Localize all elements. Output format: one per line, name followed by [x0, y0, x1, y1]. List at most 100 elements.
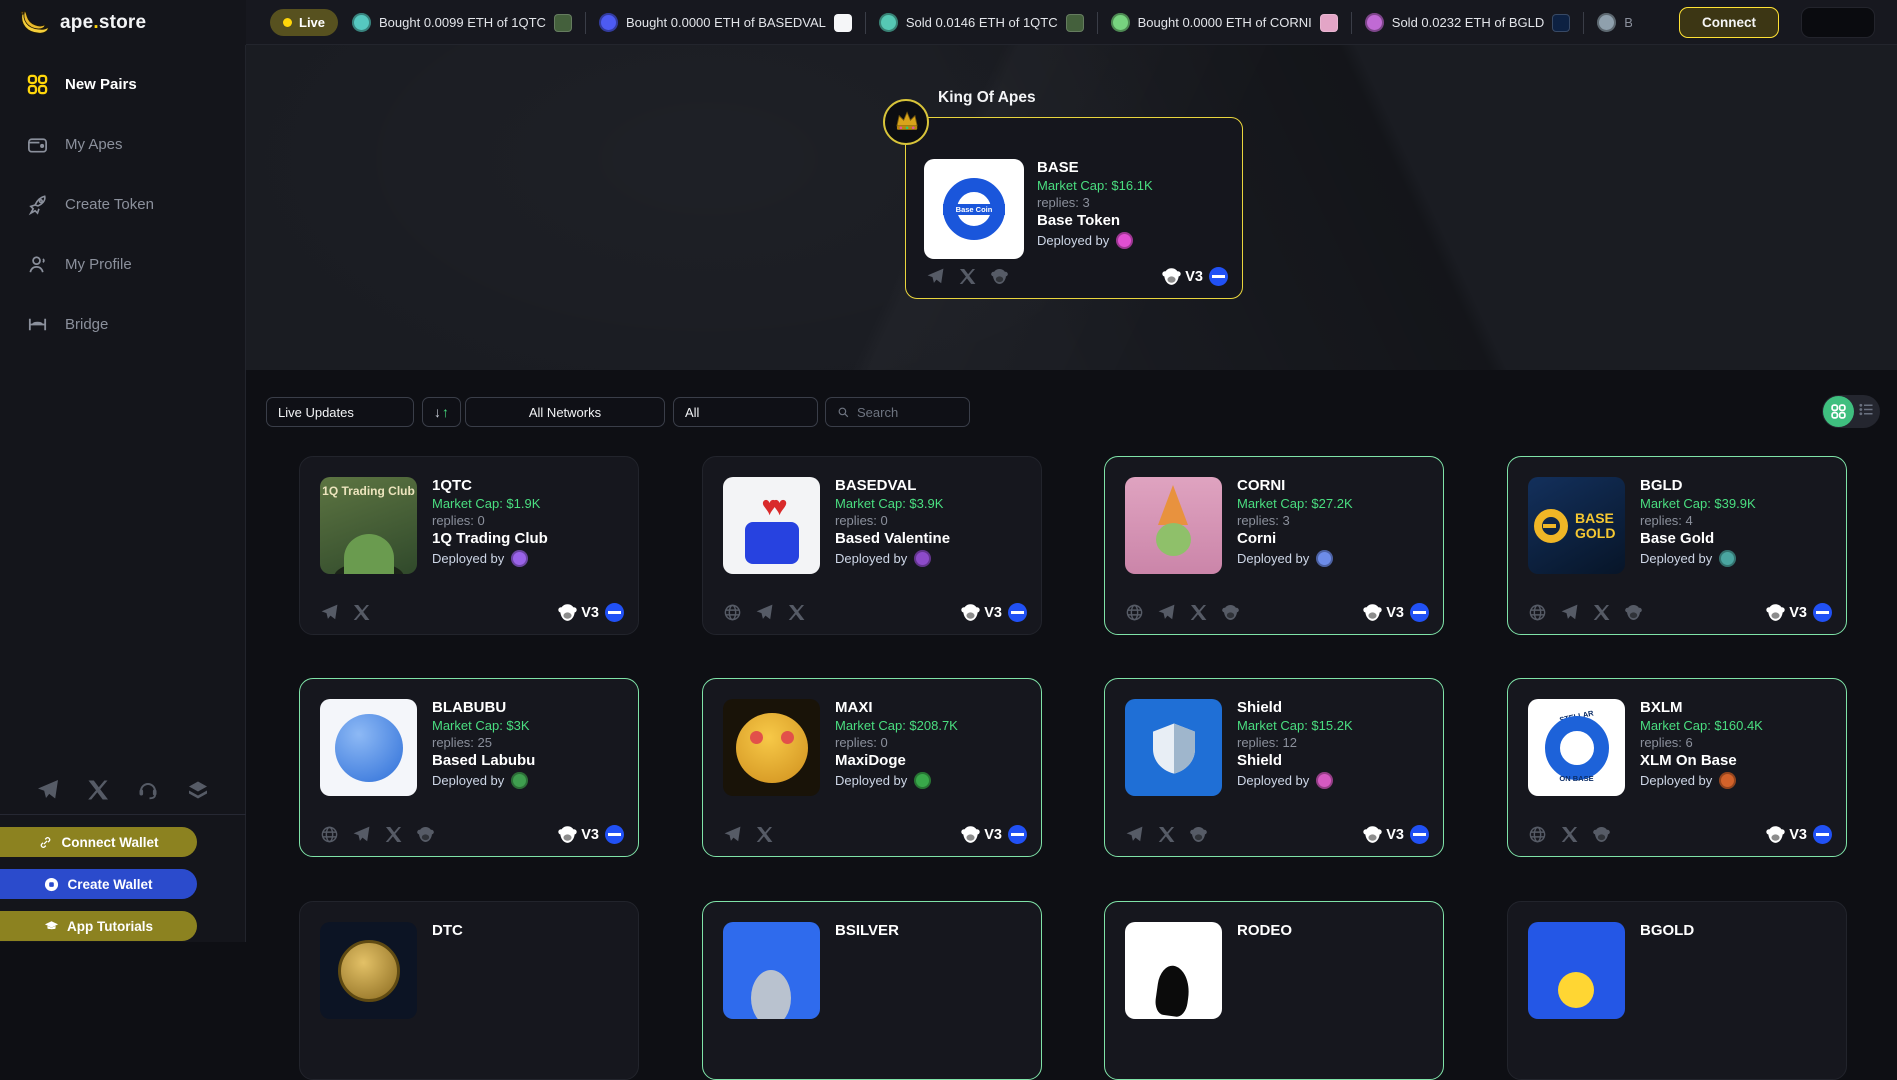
token-symbol: CORNI — [1237, 476, 1433, 495]
deployer-avatar[interactable] — [511, 550, 528, 567]
ape-chat-icon[interactable] — [1624, 603, 1643, 622]
x-icon[interactable] — [384, 825, 403, 844]
token-image-label: Base Coin — [943, 204, 1005, 215]
create-wallet-button[interactable]: Create Wallet — [0, 869, 197, 899]
trader-avatar — [599, 13, 618, 32]
ape-chat-icon[interactable] — [416, 825, 435, 844]
deployer-avatar[interactable] — [914, 772, 931, 789]
ape-version-icon — [557, 602, 578, 623]
replies-count: replies: 25 — [432, 734, 628, 751]
x-icon[interactable] — [958, 267, 977, 286]
token-card-bxlm[interactable]: STELLAR ON BASE BXLM Market Cap: $160.4K… — [1507, 678, 1847, 857]
telegram-icon[interactable] — [1125, 825, 1144, 844]
telegram-icon[interactable] — [723, 825, 742, 844]
token-image — [723, 699, 820, 796]
x-icon[interactable] — [86, 778, 110, 802]
website-icon[interactable] — [1125, 603, 1144, 622]
telegram-icon[interactable] — [36, 778, 60, 802]
search-input[interactable] — [857, 405, 952, 420]
x-icon[interactable] — [1560, 825, 1579, 844]
token-card-maxi[interactable]: MAXI Market Cap: $208.7K replies: 0 Maxi… — [702, 678, 1042, 857]
token-symbol: DTC — [432, 921, 628, 940]
ticker-text: Bought 0.0099 ETH of 1QTC — [379, 15, 546, 30]
token-card-corni[interactable]: CORNI Market Cap: $27.2K replies: 3 Corn… — [1104, 456, 1444, 635]
website-icon[interactable] — [320, 825, 339, 844]
ticker-item[interactable]: Sold 0.0146 ETH of 1QTC — [879, 13, 1084, 32]
sidebar-item-create-token[interactable]: Create Token — [0, 183, 245, 225]
telegram-icon[interactable] — [1560, 603, 1579, 622]
telegram-icon[interactable] — [1157, 603, 1176, 622]
live-badge[interactable]: Live — [270, 9, 338, 36]
sidebar-item-my-apes[interactable]: My Apes — [0, 123, 245, 165]
networks-dropdown[interactable]: All Networks — [465, 397, 665, 427]
website-icon[interactable] — [723, 603, 742, 622]
token-card-bsilver[interactable]: BSILVER — [702, 901, 1042, 1080]
telegram-icon[interactable] — [755, 603, 774, 622]
wallet-icon — [26, 133, 49, 156]
connect-button[interactable]: Connect — [1679, 7, 1779, 38]
token-card-dtc[interactable]: DTC — [299, 901, 639, 1080]
ticker-item[interactable]: Bought 0.0099 ETH of 1QTC — [352, 13, 572, 32]
logo[interactable]: ape.store — [0, 0, 246, 45]
king-token-card[interactable]: Base Coin BASE Market Cap: $16.1K replie… — [905, 117, 1243, 299]
token-name: Base Gold — [1640, 529, 1836, 548]
type-dropdown[interactable]: All — [673, 397, 818, 427]
token-card-bgold[interactable]: BGOLD — [1507, 901, 1847, 1080]
x-icon[interactable] — [787, 603, 806, 622]
token-thumb — [554, 14, 572, 32]
trader-avatar — [1111, 13, 1130, 32]
telegram-icon[interactable] — [926, 267, 945, 286]
token-card-blabubu[interactable]: BLABUBU Market Cap: $3K replies: 25 Base… — [299, 678, 639, 857]
grid-view-button[interactable] — [1823, 396, 1854, 427]
deployer-avatar[interactable] — [1719, 772, 1736, 789]
search-box[interactable] — [825, 397, 970, 427]
token-card-shield[interactable]: Shield Market Cap: $15.2K replies: 12 Sh… — [1104, 678, 1444, 857]
ape-chat-icon[interactable] — [990, 267, 1009, 286]
telegram-icon[interactable] — [320, 603, 339, 622]
sort-down-icon: ↓ — [434, 404, 441, 420]
x-icon[interactable] — [1189, 603, 1208, 622]
token-card-basedval[interactable]: ♥♥ BASEDVAL Market Cap: $3.9K replies: 0… — [702, 456, 1042, 635]
ticker-divider — [1097, 12, 1098, 34]
token-symbol: BGOLD — [1640, 921, 1836, 940]
sidebar-item-bridge[interactable]: Bridge — [0, 303, 245, 345]
ticker-item[interactable]: Bo — [1597, 13, 1632, 32]
deployer-avatar[interactable] — [1316, 550, 1333, 567]
sort-direction-button[interactable]: ↓ ↑ — [422, 397, 461, 427]
live-updates-dropdown[interactable]: Live Updates — [266, 397, 414, 427]
x-icon[interactable] — [1592, 603, 1611, 622]
deployer-avatar[interactable] — [1316, 772, 1333, 789]
deployer-avatar[interactable] — [511, 772, 528, 789]
docs-icon[interactable] — [186, 778, 210, 802]
topbar-secondary-button[interactable] — [1801, 7, 1875, 38]
website-icon[interactable] — [1528, 825, 1547, 844]
ticker-item[interactable]: Bought 0.0000 ETH of CORNI — [1111, 13, 1338, 32]
deployed-by-label: Deployed by — [432, 773, 504, 788]
ticker-item[interactable]: Sold 0.0232 ETH of BGLD — [1365, 13, 1570, 32]
x-icon[interactable] — [352, 603, 371, 622]
support-headset-icon[interactable] — [136, 778, 160, 802]
deployer-avatar[interactable] — [1719, 550, 1736, 567]
token-card-rodeo[interactable]: RODEO — [1104, 901, 1444, 1080]
connect-wallet-button[interactable]: Connect Wallet — [0, 827, 197, 857]
x-icon[interactable] — [755, 825, 774, 844]
ape-chat-icon[interactable] — [1221, 603, 1240, 622]
app-tutorials-button[interactable]: App Tutorials — [0, 911, 197, 941]
deployer-avatar[interactable] — [1116, 232, 1133, 249]
sidebar-item-my-profile[interactable]: My Profile — [0, 243, 245, 285]
telegram-icon[interactable] — [352, 825, 371, 844]
ticker-item[interactable]: Bought 0.0000 ETH of BASEDVAL — [599, 13, 852, 32]
ape-chat-icon[interactable] — [1592, 825, 1611, 844]
version-label: V3 — [984, 827, 1002, 843]
sidebar-bottom-actions: Connect Wallet Create Wallet App Tutoria… — [0, 814, 246, 942]
token-card-1qtc[interactable]: 1Q Trading Club 1QTC Market Cap: $1.9K r… — [299, 456, 639, 635]
grid-view-icon — [1830, 403, 1847, 420]
website-icon[interactable] — [1528, 603, 1547, 622]
list-view-button[interactable] — [1858, 401, 1875, 423]
sidebar-item-label: New Pairs — [65, 76, 137, 93]
sidebar-item-new-pairs[interactable]: New Pairs — [0, 63, 245, 105]
deployer-avatar[interactable] — [914, 550, 931, 567]
ape-chat-icon[interactable] — [1189, 825, 1208, 844]
x-icon[interactable] — [1157, 825, 1176, 844]
token-card-bgld[interactable]: BASE GOLD BGLD Market Cap: $39.9K replie… — [1507, 456, 1847, 635]
